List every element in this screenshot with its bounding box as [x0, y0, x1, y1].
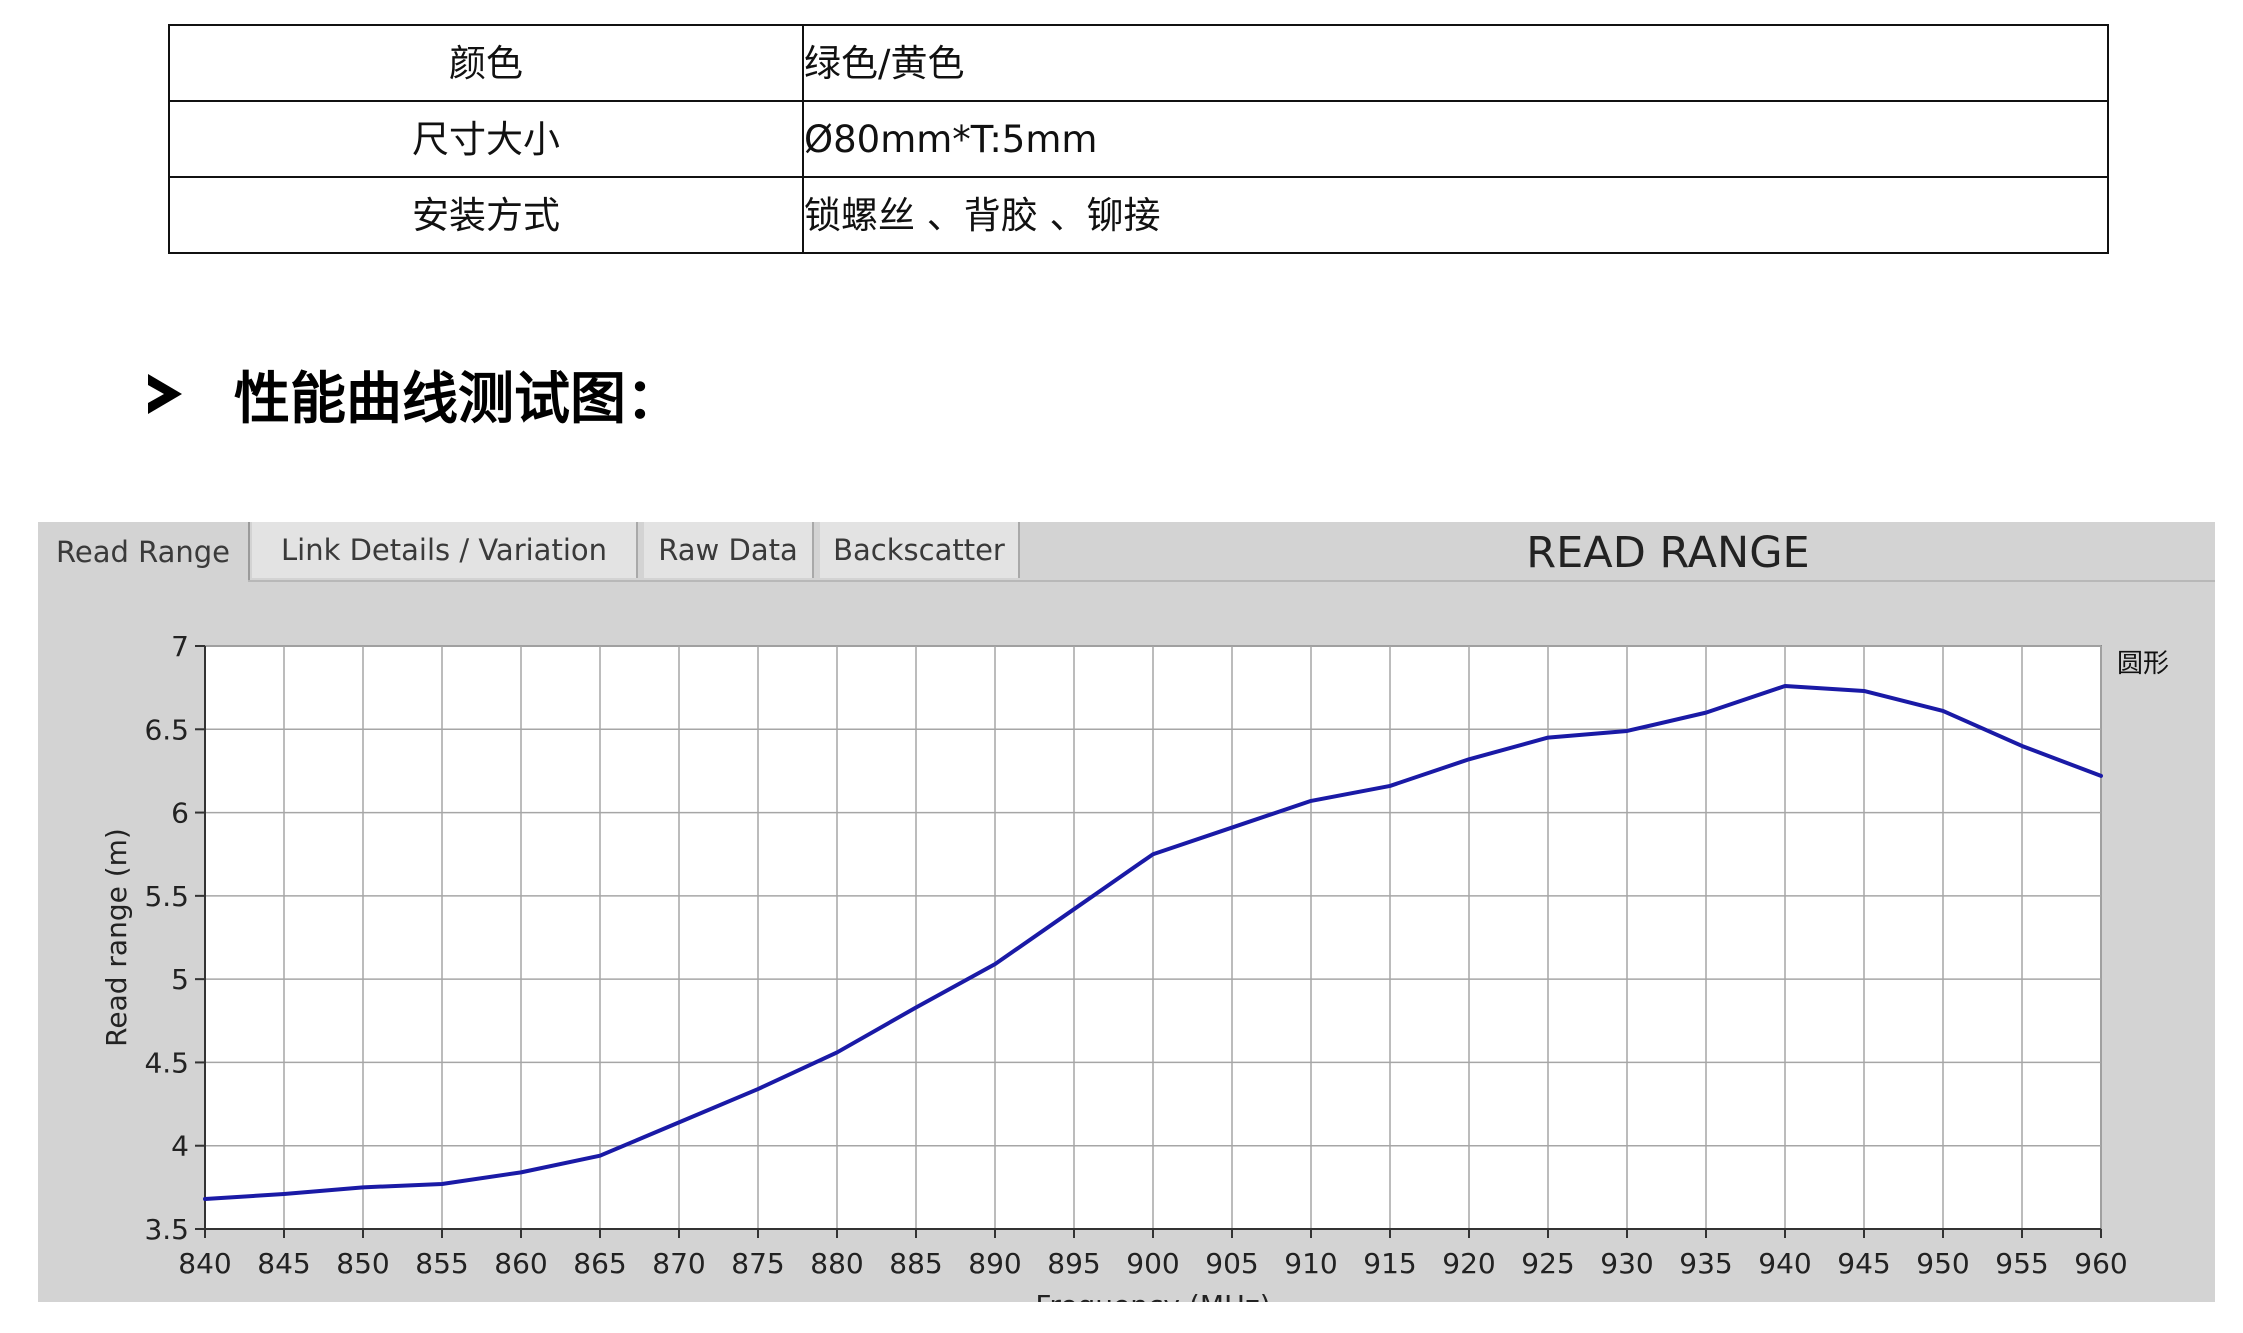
- y-tick-label: 7: [171, 630, 189, 663]
- section-heading: 性能曲线测试图：: [148, 358, 682, 432]
- spec-key: 尺寸大小: [168, 100, 804, 178]
- y-tick-label: 4: [171, 1130, 189, 1163]
- spec-key: 颜色: [168, 24, 804, 102]
- spec-row: 颜色 绿色/黄色: [168, 24, 2109, 102]
- x-tick-label: 910: [1284, 1247, 1337, 1280]
- x-tick-label: 870: [652, 1247, 705, 1280]
- x-tick-label: 930: [1600, 1247, 1653, 1280]
- x-tick-label: 875: [731, 1247, 784, 1280]
- y-tick-label: 6: [171, 797, 189, 830]
- spec-row: 安装方式 锁螺丝 、背胶 、铆接: [168, 176, 2109, 254]
- x-tick-label: 925: [1521, 1247, 1574, 1280]
- y-tick-label: 4.5: [144, 1046, 189, 1079]
- x-tick-label: 915: [1363, 1247, 1416, 1280]
- spec-key: 安装方式: [168, 176, 804, 254]
- x-tick-label: 960: [2074, 1247, 2127, 1280]
- x-tick-label: 840: [178, 1247, 231, 1280]
- y-tick-label: 5: [171, 963, 189, 996]
- x-tick-label: 885: [889, 1247, 942, 1280]
- x-tick-label: 855: [415, 1247, 468, 1280]
- x-tick-label: 935: [1679, 1247, 1732, 1280]
- x-tick-label: 850: [336, 1247, 389, 1280]
- x-tick-label: 955: [1995, 1247, 2048, 1280]
- x-axis-label: Frequency (MHz): [1035, 1289, 1270, 1302]
- x-tick-label: 880: [810, 1247, 863, 1280]
- spec-value: 绿色/黄色: [802, 24, 2109, 102]
- y-tick-label: 5.5: [144, 880, 189, 913]
- legend-label: 圆形: [2117, 649, 2169, 679]
- spec-value: 锁螺丝 、背胶 、铆接: [802, 176, 2109, 254]
- x-tick-label: 940: [1758, 1247, 1811, 1280]
- arrow-bullet-icon: [148, 374, 182, 414]
- y-tick-label: 3.5: [144, 1213, 189, 1246]
- x-tick-label: 900: [1126, 1247, 1179, 1280]
- x-tick-label: 920: [1442, 1247, 1495, 1280]
- x-tick-label: 950: [1916, 1247, 1969, 1280]
- y-axis-label: Read range (m): [100, 828, 133, 1047]
- x-tick-label: 865: [573, 1247, 626, 1280]
- y-tick-label: 6.5: [144, 713, 189, 746]
- read-range-chart: 840 845 850 855 860 865 870 875 880 885 890 895 900 9…: [100, 630, 2169, 1302]
- x-tick-label: 845: [257, 1247, 310, 1280]
- x-tick-label: 905: [1205, 1247, 1258, 1280]
- x-tick-label: 890: [968, 1247, 1021, 1280]
- spec-table: 颜色 绿色/黄色 尺寸大小 Ø80mm*T:5mm 安装方式 锁螺丝 、背胶 、铆接: [168, 24, 2109, 254]
- x-tick-label: 895: [1047, 1247, 1100, 1280]
- x-tick-label: 860: [494, 1247, 547, 1280]
- spec-value: Ø80mm*T:5mm: [802, 100, 2109, 178]
- read-range-panel: Read Range Link Details / Variation Raw …: [38, 522, 2215, 1302]
- x-tick-label: 945: [1837, 1247, 1890, 1280]
- section-heading-text: 性能曲线测试图：: [234, 366, 682, 432]
- spec-row: 尺寸大小 Ø80mm*T:5mm: [168, 100, 2109, 178]
